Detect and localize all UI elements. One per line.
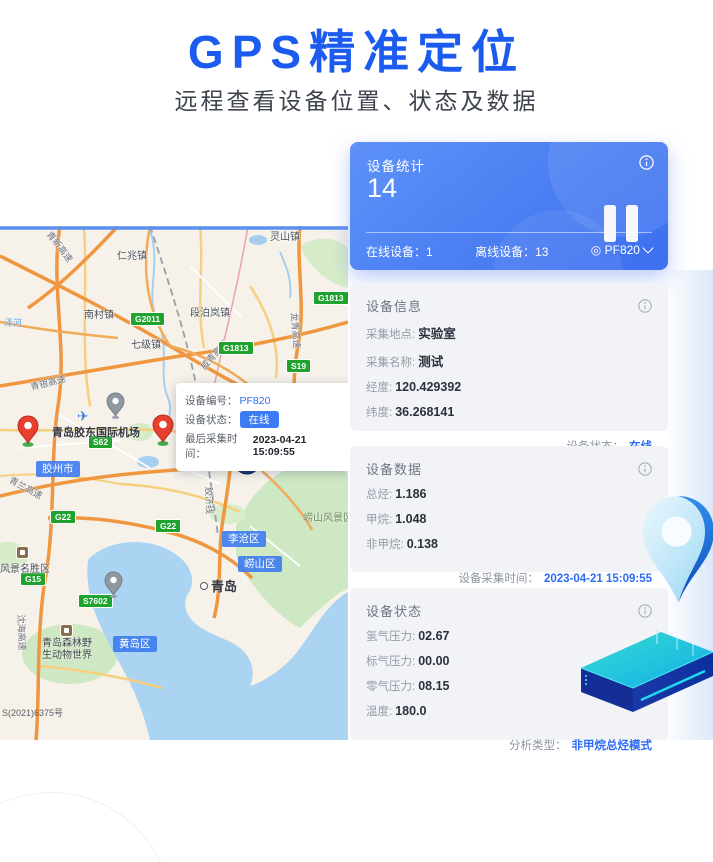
panel-title: 设备信息 <box>366 296 422 315</box>
pause-icon[interactable] <box>604 205 638 242</box>
page: GPS精准定位 远程查看设备位置、状态及数据 <box>0 0 713 862</box>
basemap-graphic <box>0 226 348 740</box>
info-icon[interactable] <box>639 155 654 170</box>
panel-footer: 分析类型：非甲烷总烃模式 <box>366 728 652 753</box>
popup-device-no-row: 设备编号： PF820 <box>185 393 341 408</box>
popup-time-row: 最后采集时间： 2023-04-21 15:09:55 <box>185 431 341 461</box>
popup-time-value: 2023-04-21 15:09:55 <box>253 434 341 458</box>
popup-status-row: 设备状态： 在线 <box>185 411 341 428</box>
field-row: 纬度:36.268141 <box>366 404 652 420</box>
offline-devices: 离线设备：13 <box>475 243 548 260</box>
red-pin-marker[interactable] <box>152 414 174 446</box>
page-subtitle: 远程查看设备位置、状态及数据 <box>0 82 713 116</box>
online-devices: 在线设备：1 <box>366 243 433 260</box>
zoo-poi-icon <box>60 624 73 637</box>
popup-status-badge: 在线 <box>240 411 279 428</box>
page-title: GPS精准定位 <box>0 16 713 82</box>
scenic-poi-icon <box>16 546 29 559</box>
device-data-panel: 设备数据 总烃:1.186 甲烷:1.048 非甲烷:0.138 设备采集时间：… <box>350 446 668 572</box>
device-box-graphic <box>573 626 713 721</box>
stats-footer: 在线设备：1 离线设备：13 ◎ PF820 <box>366 243 652 260</box>
device-info-panel: 设备信息 采集地点:实验室 采集名称:测试 经度:120.429392 纬度:3… <box>350 283 668 431</box>
stats-card-title: 设备统计 <box>367 155 425 175</box>
location-pin-graphic <box>641 486 713 636</box>
field-row: 非甲烷:0.138 <box>366 536 652 552</box>
background-arc <box>0 792 172 862</box>
chevron-down-icon <box>642 242 653 253</box>
popup-time-label: 最后采集时间： <box>185 431 251 461</box>
gray-pin-marker[interactable] <box>106 392 125 419</box>
panel-footer: 设备采集时间：2023-04-21 15:09:55 <box>366 561 652 586</box>
device-popup: 设备编号： PF820 设备状态： 在线 最后采集时间： 2023-04-21 … <box>176 383 348 471</box>
red-pin-marker[interactable] <box>17 415 39 447</box>
analysis-type-value: 非甲烷总烃模式 <box>572 740 653 752</box>
popup-status-label: 设备状态： <box>185 412 238 427</box>
field-row: 采集名称:测试 <box>366 351 652 370</box>
panel-title: 设备状态 <box>366 601 422 620</box>
popup-device-no-label: 设备编号： <box>185 393 238 408</box>
map-canvas[interactable]: 青新高速 青银高速 威青高速 龙青高速 青兰高速 沈海高速 胶济线 仁兆镇 南村… <box>0 226 348 740</box>
field-row: 采集地点:实验室 <box>366 323 652 342</box>
gray-pin-marker[interactable] <box>104 571 123 598</box>
target-icon: ◎ <box>591 243 601 257</box>
popup-device-no-value[interactable]: PF820 <box>240 395 271 407</box>
info-icon[interactable] <box>638 462 652 476</box>
device-count: 14 <box>367 173 397 204</box>
collect-time-value: 2023-04-21 15:09:55 <box>544 573 652 585</box>
device-stats-card: 设备统计 14 在线设备：1 离线设备：13 ◎ PF820 <box>350 142 668 270</box>
field-row: 经度:120.429392 <box>366 379 652 395</box>
info-icon[interactable] <box>638 299 652 313</box>
panel-title: 设备数据 <box>366 459 422 478</box>
field-row: 总烃:1.186 <box>366 486 652 502</box>
field-row: 甲烷:1.048 <box>366 511 652 527</box>
device-selector[interactable]: ◎ PF820 <box>591 243 652 260</box>
card-divider <box>366 232 652 233</box>
